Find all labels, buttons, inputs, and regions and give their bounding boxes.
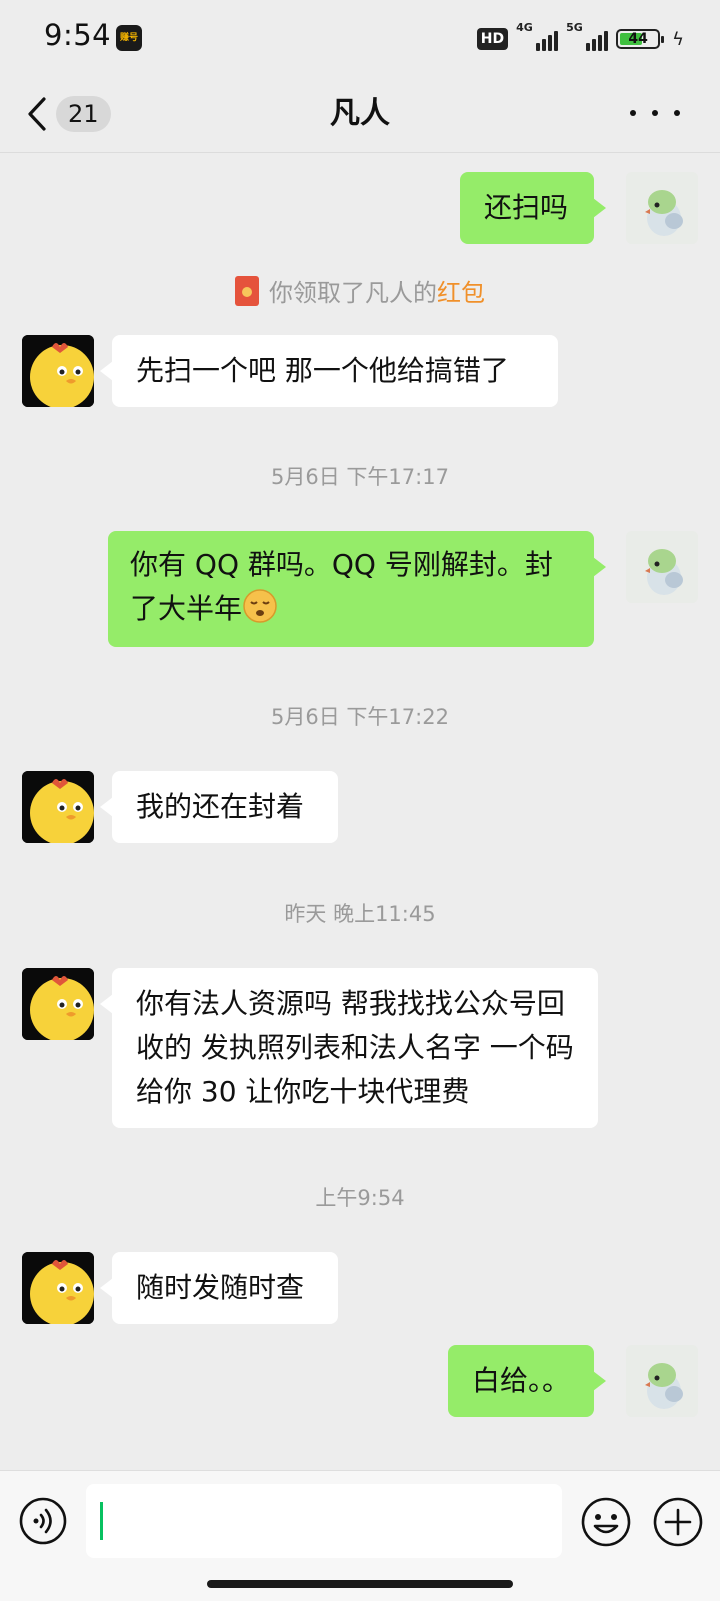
app-notification-icon: 赚号 [116,25,142,51]
contact-avatar[interactable] [22,771,94,843]
message-bubble-sent[interactable]: 你有 QQ 群吗。QQ 号刚解封。封了大半年 [108,531,606,647]
status-indicators: HD 4G 5G 44 ϟ [476,21,684,54]
timestamp: 上午9:54 [315,1186,405,1210]
message-input[interactable] [86,1484,562,1558]
system-text: 你领取了凡人的 [269,279,437,307]
message-text: 先扫一个吧 那一个他给搞错了 [136,354,509,387]
signal-4g-icon: 4G [516,21,559,51]
chat-title: 凡人 [330,96,390,131]
signal-5g-icon: 5G [566,21,609,51]
voice-icon [19,1497,67,1545]
more-dot-icon [674,110,680,116]
emoji-button[interactable] [580,1496,632,1548]
message-list[interactable]: 还扫吗 你领取了凡人的红包 先扫一个吧 那一个他给搞错了 5月6日 下午17:1… [0,153,720,1468]
message-text: 白给。。 [472,1364,571,1397]
message-text: 还扫吗 [484,191,569,224]
timestamp: 5月6日 下午17:17 [271,465,449,489]
message-bubble-received[interactable]: 随时发随时查 [100,1252,338,1324]
more-dot-icon [630,110,636,116]
chat-header: 21 凡人 [0,76,720,153]
contact-avatar[interactable] [22,1252,94,1324]
red-packet-notice: 你领取了凡人的红包 [0,273,720,308]
timestamp: 昨天 晚上11:45 [284,902,436,926]
charging-icon: ϟ [672,28,684,50]
red-packet-icon [235,275,259,306]
my-avatar[interactable] [626,172,698,244]
voice-button[interactable] [18,1496,68,1546]
battery-level: 44 [628,31,648,47]
message-text: 你有法人资源吗 帮我找找公众号回收的 发执照列表和法人名字 一个码给你 30 让… [136,987,574,1108]
message-bubble-received[interactable]: 你有法人资源吗 帮我找找公众号回收的 发执照列表和法人名字 一个码给你 30 让… [100,968,598,1128]
signal-5g-label: 5G [566,21,583,34]
status-bar: 9:54 赚号 HD 4G 5G 44 ϟ [0,0,720,76]
home-indicator[interactable] [207,1580,513,1588]
hd-badge: HD [476,28,509,50]
message-text: 随时发随时查 [136,1271,305,1304]
red-packet-link[interactable]: 红包 [437,279,485,307]
more-functions-button[interactable] [652,1496,704,1548]
my-avatar[interactable] [626,1345,698,1417]
message-bubble-received[interactable]: 先扫一个吧 那一个他给搞错了 [100,335,558,407]
my-avatar[interactable] [626,531,698,603]
more-options-button[interactable] [630,98,680,128]
message-text: 你有 QQ 群吗。QQ 号刚解封。封了大半年 [130,548,553,625]
status-time: 9:54 [44,18,112,52]
signal-4g-label: 4G [516,21,533,34]
more-dot-icon [652,110,658,116]
message-bubble-sent[interactable]: 白给。。 [448,1345,606,1417]
contact-avatar[interactable] [22,335,94,407]
sleeping-face-emoji-icon [243,589,277,623]
contact-avatar[interactable] [22,968,94,1040]
smiley-icon [581,1497,631,1547]
plus-circle-icon [653,1497,703,1547]
message-bubble-sent[interactable]: 还扫吗 [460,172,606,244]
battery-icon: 44 [616,29,665,49]
message-text: 我的还在封着 [136,790,305,823]
timestamp: 5月6日 下午17:22 [271,705,449,729]
text-cursor [100,1502,103,1540]
message-bubble-received[interactable]: 我的还在封着 [100,771,338,843]
